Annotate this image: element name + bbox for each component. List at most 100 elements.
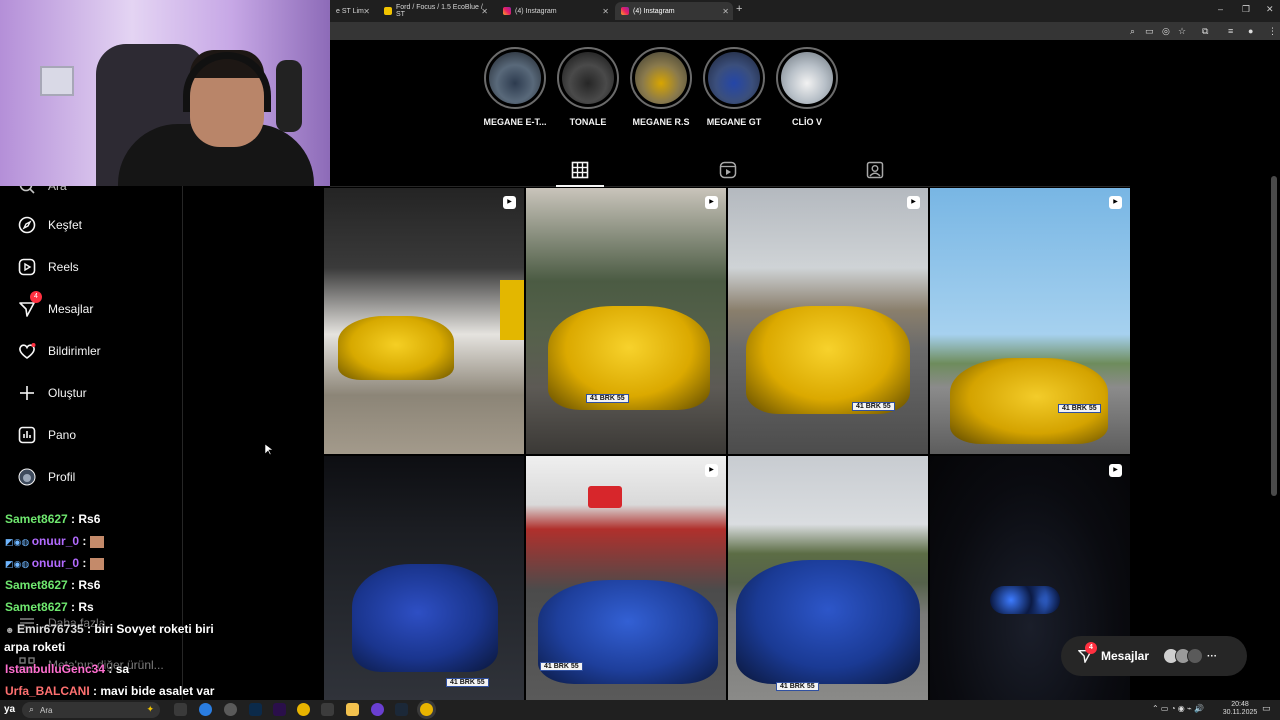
- post-thumbnail[interactable]: 41 BRK 55: [324, 456, 524, 700]
- minimize-button[interactable]: –: [1218, 4, 1223, 14]
- tab-title: (4) Instagram: [633, 7, 675, 15]
- extensions-icon[interactable]: ⧉: [1202, 26, 1208, 37]
- cast-icon[interactable]: ▭: [1145, 26, 1154, 37]
- obs-icon[interactable]: [224, 703, 237, 716]
- license-plate: 41 BRK 55: [586, 394, 629, 403]
- chat-text: :: [79, 556, 90, 570]
- taskbar: ya ⌕ Ara ✦ ⌃ ▭ ◔ ◉ ⌁ 🔊 20:48 30.11.2025 …: [0, 700, 1280, 720]
- chat-username: Samet8627: [5, 600, 68, 614]
- file-explorer-icon[interactable]: [346, 703, 359, 716]
- notification-icon[interactable]: ▭: [1262, 703, 1271, 714]
- chat-text: arpa roketi: [4, 640, 66, 654]
- instagram-favicon-icon: [621, 7, 629, 15]
- messages-pill[interactable]: 4 Mesajlar ···: [1061, 636, 1247, 676]
- highlight-ring: [630, 47, 692, 109]
- chat-text: : sa: [105, 662, 130, 676]
- kebab-menu-icon[interactable]: ⋮: [1268, 26, 1277, 37]
- sidebar-item-profile[interactable]: Profil: [18, 465, 75, 489]
- sidebar-item-explore[interactable]: Keşfet: [18, 213, 82, 237]
- car-image: [338, 316, 454, 380]
- avatar-stack: [1163, 648, 1204, 664]
- chat-badges-icon: ◩◉◍: [5, 559, 32, 569]
- heart-icon: [19, 343, 36, 359]
- license-plate: 41 BRK 55: [540, 662, 583, 671]
- dashboard-cluster: [990, 586, 1060, 614]
- app-icon[interactable]: [321, 703, 334, 716]
- instagram-favicon-icon: [503, 7, 511, 15]
- sidebar-item-create[interactable]: Oluştur: [18, 381, 87, 405]
- chat-username: IstanbulluGenc34: [5, 662, 106, 676]
- post-thumbnail[interactable]: 41 BRK 55 ▶: [526, 188, 726, 454]
- close-tab-icon[interactable]: ✕: [722, 7, 729, 16]
- premiere-icon[interactable]: [273, 703, 286, 716]
- browser-tab-active[interactable]: (4) Instagram ✕: [615, 2, 733, 20]
- new-tab-button[interactable]: +: [736, 3, 742, 15]
- zoom-icon[interactable]: ⌕: [1130, 26, 1135, 37]
- post-thumbnail[interactable]: 41 BRK 55 ▶: [728, 188, 928, 454]
- chrome-icon[interactable]: [297, 703, 310, 716]
- avatar-icon: [18, 468, 36, 486]
- clock[interactable]: 20:48 30.11.2025: [1222, 701, 1258, 717]
- active-tab-indicator: [556, 185, 604, 187]
- close-tab-icon[interactable]: ✕: [363, 7, 370, 16]
- sidebar-item-reels[interactable]: Reels: [18, 255, 79, 279]
- reels-tab-icon[interactable]: [719, 161, 737, 179]
- post-thumbnail[interactable]: 41 BRK 55: [728, 456, 928, 700]
- story-highlight[interactable]: MEGANE GT: [702, 47, 766, 127]
- more-icon[interactable]: ···: [1207, 651, 1217, 662]
- story-highlight[interactable]: MEGANE R.S: [629, 47, 693, 127]
- profile-icon[interactable]: ●: [1248, 26, 1253, 36]
- edge-icon[interactable]: [199, 703, 212, 716]
- tray-icons[interactable]: ⌃ ▭ ◔ ◉ ⌁ 🔊: [1152, 704, 1204, 713]
- story-highlight[interactable]: CLİO V: [775, 47, 839, 127]
- mouse-cursor-icon: [265, 444, 273, 456]
- close-tab-icon[interactable]: ✕: [481, 7, 488, 16]
- browser-tab[interactable]: e ST Lim ✕: [330, 2, 374, 20]
- car-image: [950, 358, 1108, 444]
- chrome-active-icon[interactable]: [420, 703, 433, 716]
- star-icon[interactable]: ☆: [1178, 26, 1186, 37]
- chat-message: Samet8627 : Rs6: [5, 578, 100, 592]
- eye-off-icon[interactable]: ◎: [1162, 26, 1170, 37]
- webcam-overlay: [0, 0, 330, 186]
- car-image: [548, 306, 710, 410]
- chat-text: : Rs6: [67, 512, 101, 526]
- reel-icon: ▶: [1109, 464, 1122, 477]
- steam-icon[interactable]: [395, 703, 408, 716]
- photoshop-icon[interactable]: [249, 703, 262, 716]
- sidebar-item-dashboard[interactable]: Pano: [18, 423, 76, 447]
- microphone: [276, 60, 302, 132]
- browser-tab[interactable]: (4) Instagram ✕: [497, 2, 613, 20]
- post-thumbnail[interactable]: 41 BRK 55 ▶: [526, 456, 726, 700]
- sidebar-item-messages[interactable]: 4 Mesajlar: [18, 291, 93, 321]
- task-view-icon[interactable]: [174, 703, 187, 716]
- post-thumbnail[interactable]: ▶: [324, 188, 524, 454]
- posts-grid-icon[interactable]: [571, 161, 589, 179]
- app-icon[interactable]: [371, 703, 384, 716]
- chat-username: onuur_0: [31, 556, 80, 570]
- highlight-label: MEGANE GT: [706, 117, 762, 127]
- clock-date: 30.11.2025: [1222, 709, 1258, 716]
- close-tab-icon[interactable]: ✕: [602, 7, 609, 16]
- browser-tab[interactable]: Ford / Focus / 1.5 EcoBlue / ST ✕: [378, 2, 492, 20]
- menu-lines-icon[interactable]: ≡: [1228, 26, 1233, 36]
- taskbar-search[interactable]: ⌕ Ara ✦: [22, 702, 160, 718]
- highlight-thumbnail: [635, 52, 687, 104]
- chat-username: Urfa_BALCANI: [5, 684, 90, 698]
- messages-pill-label: Mesajlar: [1101, 649, 1150, 663]
- page-scrollbar[interactable]: [1271, 176, 1277, 496]
- highlight-ring: [557, 47, 619, 109]
- profile-tabs-divider: [330, 186, 1130, 187]
- taskbar-logo[interactable]: ya: [4, 704, 15, 715]
- chat-text: :: [79, 534, 90, 548]
- maximize-button[interactable]: ❐: [1242, 4, 1250, 15]
- highlight-thumbnail: [781, 52, 833, 104]
- post-thumbnail[interactable]: 41 BRK 55 ▶: [930, 188, 1130, 454]
- clock-time: 20:48: [1231, 701, 1249, 708]
- sidebar-item-label: Pano: [48, 428, 77, 442]
- story-highlight[interactable]: TONALE: [556, 47, 620, 127]
- close-window-button[interactable]: ✕: [1266, 4, 1274, 15]
- tagged-tab-icon[interactable]: [866, 161, 884, 179]
- sidebar-item-notifications[interactable]: Bildirimler: [18, 339, 101, 363]
- story-highlight[interactable]: MEGANE E-T...: [483, 47, 547, 127]
